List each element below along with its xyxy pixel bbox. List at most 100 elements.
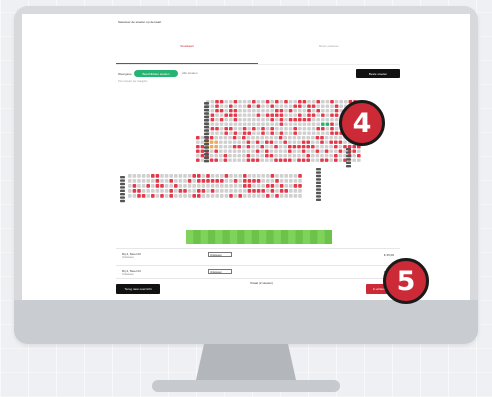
seat[interactable] <box>334 122 339 126</box>
seat[interactable] <box>315 136 320 140</box>
seat[interactable] <box>279 100 284 104</box>
side-seat[interactable] <box>316 198 321 201</box>
seat[interactable] <box>307 127 311 131</box>
seat[interactable] <box>357 149 361 153</box>
seat[interactable] <box>275 179 279 183</box>
seat[interactable] <box>288 154 292 158</box>
best-seats-button[interactable]: Beste stoelen <box>356 69 400 78</box>
seat[interactable] <box>321 131 325 135</box>
seat[interactable] <box>265 145 269 149</box>
seat[interactable] <box>174 184 178 188</box>
seat[interactable] <box>160 174 164 178</box>
side-seat[interactable] <box>204 105 209 108</box>
seat[interactable] <box>324 154 329 158</box>
seat[interactable] <box>320 145 324 149</box>
seat[interactable] <box>151 194 155 198</box>
seat[interactable] <box>183 189 187 193</box>
seat[interactable] <box>275 189 279 193</box>
seat[interactable] <box>311 158 315 162</box>
seat[interactable] <box>279 189 284 193</box>
seat[interactable] <box>224 179 229 183</box>
seat[interactable] <box>278 145 283 149</box>
seat[interactable] <box>289 179 293 183</box>
seat[interactable] <box>210 122 215 126</box>
seat[interactable] <box>229 189 233 193</box>
seat[interactable] <box>284 127 288 131</box>
seat[interactable] <box>141 179 146 183</box>
seat[interactable] <box>275 122 279 126</box>
seat[interactable] <box>292 136 297 140</box>
seat[interactable] <box>321 113 325 117</box>
side-seat[interactable] <box>120 196 125 199</box>
seat[interactable] <box>279 127 284 131</box>
seat[interactable] <box>242 145 246 149</box>
seat[interactable] <box>293 127 297 131</box>
seat[interactable] <box>247 100 251 104</box>
seat[interactable] <box>224 127 228 131</box>
seat[interactable] <box>128 174 132 178</box>
side-seat[interactable] <box>120 176 125 179</box>
seat[interactable] <box>242 131 247 135</box>
seat[interactable] <box>325 131 330 135</box>
seat[interactable] <box>210 113 215 117</box>
seat[interactable] <box>209 145 214 149</box>
seat[interactable] <box>252 194 256 198</box>
seat[interactable] <box>233 179 238 183</box>
seat[interactable] <box>132 179 137 183</box>
seat[interactable] <box>242 100 247 104</box>
seat[interactable] <box>284 109 288 113</box>
seat[interactable] <box>252 189 256 193</box>
seat[interactable] <box>232 158 237 162</box>
seat[interactable] <box>297 154 301 158</box>
seat[interactable] <box>210 194 215 198</box>
seat[interactable] <box>307 113 311 117</box>
seat[interactable] <box>293 113 297 117</box>
seat[interactable] <box>183 174 187 178</box>
seat[interactable] <box>237 154 241 158</box>
seat[interactable] <box>252 127 256 131</box>
seat[interactable] <box>302 113 307 117</box>
seat[interactable] <box>223 158 228 162</box>
seat[interactable] <box>187 184 192 188</box>
seat[interactable] <box>261 104 265 108</box>
seat[interactable] <box>284 184 288 188</box>
seat[interactable] <box>219 127 224 131</box>
seat[interactable] <box>238 104 242 108</box>
seat[interactable] <box>266 189 270 193</box>
seat[interactable] <box>316 104 320 108</box>
seat[interactable] <box>210 118 215 122</box>
seat[interactable] <box>224 184 229 188</box>
seat[interactable] <box>275 131 279 135</box>
seat[interactable] <box>293 100 297 104</box>
seat[interactable] <box>242 118 247 122</box>
seat[interactable] <box>278 154 283 158</box>
seat[interactable] <box>233 194 238 198</box>
seat[interactable] <box>261 194 265 198</box>
seat[interactable] <box>306 149 310 153</box>
seat[interactable] <box>209 154 214 158</box>
seat[interactable] <box>187 189 192 193</box>
seat[interactable] <box>242 127 247 131</box>
seat[interactable] <box>242 149 246 153</box>
seat[interactable] <box>196 136 200 140</box>
side-seat[interactable] <box>120 199 125 203</box>
seat[interactable] <box>243 174 247 178</box>
seat[interactable] <box>261 127 265 131</box>
seat[interactable] <box>279 109 284 113</box>
seat[interactable] <box>224 118 228 122</box>
seat[interactable] <box>301 140 306 144</box>
seat[interactable] <box>283 145 287 149</box>
seat[interactable] <box>229 109 233 113</box>
seat[interactable] <box>252 174 256 178</box>
seat[interactable] <box>232 136 237 140</box>
seat[interactable] <box>315 145 320 149</box>
seat[interactable] <box>206 184 210 188</box>
seat[interactable] <box>293 109 297 113</box>
seat[interactable] <box>209 136 214 140</box>
seat[interactable] <box>197 184 201 188</box>
seat[interactable] <box>293 118 297 122</box>
seat[interactable] <box>311 149 315 153</box>
seat[interactable] <box>256 174 261 178</box>
seat[interactable] <box>325 109 330 113</box>
seat[interactable] <box>338 149 343 153</box>
